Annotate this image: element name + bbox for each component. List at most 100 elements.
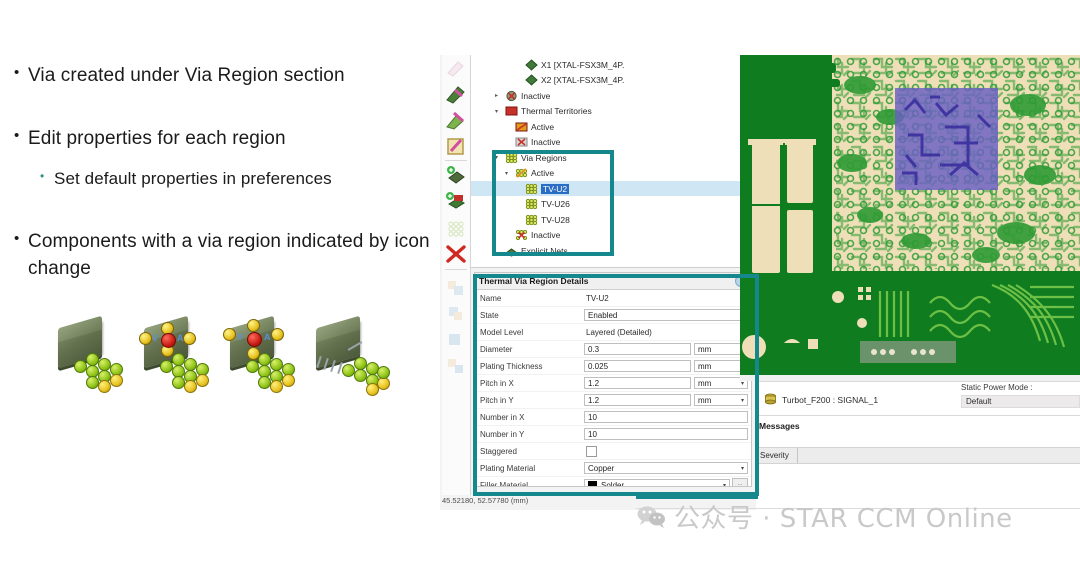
tool-icon-paste-faded[interactable] — [445, 303, 467, 325]
tree-twisty-icon[interactable]: ▾ — [505, 170, 512, 177]
property-row-pitch-in-y: Pitch in Y1.2mm▾ — [475, 392, 751, 409]
property-row-filler-material: Filler Material Solder ▾... — [475, 477, 751, 487]
property-row-number-in-x: Number in X10 — [475, 409, 751, 426]
property-label-filler-material: Filler Material — [480, 481, 584, 488]
net-label: Turbot_F200 : SIGNAL_1 — [782, 395, 878, 405]
thermal-via-region-details-panel[interactable]: Thermal Via Region Details NameTV-U2Stat… — [474, 272, 752, 487]
tree-node-label: Via Regions — [521, 153, 567, 163]
property-row-pitch-in-x: Pitch in X1.2mm▾ — [475, 375, 751, 392]
color-swatch-filler-material[interactable] — [588, 481, 597, 488]
tree-node-inactive[interactable]: ▸ Inactive — [495, 88, 550, 103]
chevron-down-icon[interactable]: ▾ — [741, 397, 744, 404]
tool-icon-duplicate-faded[interactable] — [445, 329, 467, 351]
tool-icon-copy-faded[interactable] — [445, 277, 467, 299]
messages-table-header: Severity — [756, 447, 1080, 464]
tool-icon-add-territory[interactable] — [445, 191, 467, 213]
tree-node-label: Explicit Nets — [521, 246, 568, 256]
net-stack-icon — [764, 393, 777, 406]
property-row-plating-thickness: Plating Thickness0.025mm▾ — [475, 358, 751, 375]
tree-node-label: Inactive — [521, 91, 550, 101]
property-label-plating-thickness: Plating Thickness — [480, 362, 584, 371]
static-power-mode-select[interactable]: Default — [961, 395, 1080, 408]
diamond-green-icon — [525, 74, 538, 86]
property-row-staggered: Staggered — [475, 443, 751, 460]
property-select-filler-material[interactable]: Solder ▾ — [584, 479, 730, 487]
property-input-number-in-y[interactable]: 10 — [584, 428, 748, 440]
bullet-marker-sub: • — [40, 165, 54, 187]
property-rows[interactable]: NameTV-U2StateEnabled▾Model LevelLayered… — [475, 290, 751, 487]
property-select-value-filler-material: Solder — [601, 481, 624, 488]
inactive-parts-icon — [505, 90, 518, 102]
tool-icon-via-region-disabled — [445, 217, 467, 239]
chevron-down-icon[interactable]: ▾ — [723, 482, 726, 488]
tool-icon-delete[interactable] — [445, 243, 467, 265]
property-unit-select-pitch-in-y[interactable]: mm▾ — [694, 394, 748, 406]
property-unit-value-plating-thickness: mm — [698, 362, 711, 371]
tool-icon-edit-board[interactable] — [445, 135, 467, 157]
tool-icon-faded-top[interactable] — [445, 57, 467, 79]
selected-net-row[interactable]: Turbot_F200 : SIGNAL_1 — [764, 393, 878, 406]
property-value-name: TV-U2 — [584, 294, 609, 303]
tree-twisty-icon[interactable]: ▸ — [495, 92, 502, 99]
bullet-text: Edit properties for each region — [28, 125, 286, 152]
severity-column-header[interactable]: Severity — [760, 448, 798, 463]
property-label-number-in-x: Number in X — [480, 413, 584, 422]
tree-node-label: Inactive — [531, 230, 560, 240]
property-label-plating-material: Plating Material — [480, 464, 584, 473]
tool-icon-merge-faded[interactable] — [445, 355, 467, 377]
tree-selection-band — [471, 181, 753, 196]
tree-node-tv-u26[interactable]: TV-U26 — [515, 197, 570, 212]
property-select-value-state: Enabled — [588, 311, 617, 320]
component-icon-row: V A V A — [50, 322, 410, 394]
tree-node-x1-xtal-fsx3m-4p[interactable]: X1 [XTAL-FSX3M_4P. — [515, 57, 624, 72]
component-icon-via-region-small: V A — [136, 322, 216, 394]
property-input-diameter[interactable]: 0.3 — [584, 343, 691, 355]
property-input-number-in-x[interactable]: 10 — [584, 411, 748, 423]
toolbar-separator — [445, 160, 467, 161]
properties-title-bar: Thermal Via Region Details — [475, 273, 751, 290]
more-options-button-filler-material[interactable]: ... — [732, 478, 748, 487]
tree-node-inactive[interactable]: Inactive — [505, 228, 560, 243]
tree-node-inactive[interactable]: Inactive — [505, 135, 560, 150]
tree-node-explicit-nets[interactable]: Explicit Nets — [495, 243, 568, 258]
property-select-state[interactable]: Enabled▾ — [584, 309, 748, 321]
tree-node-active[interactable]: Active — [505, 119, 554, 134]
slide-text-panel: • Via created under Via Region section •… — [0, 0, 440, 565]
tree-node-label: TV-U28 — [541, 215, 570, 225]
property-label-number-in-y: Number in Y — [480, 430, 584, 439]
property-row-state: StateEnabled▾ — [475, 307, 751, 324]
tool-icon-add-component[interactable] — [445, 165, 467, 187]
property-label-state: State — [480, 311, 584, 320]
property-label-name: Name — [480, 294, 584, 303]
property-input-plating-thickness[interactable]: 0.025 — [584, 360, 691, 372]
property-checkbox-staggered[interactable] — [586, 446, 597, 457]
property-value-model-level: Layered (Detailed) — [584, 328, 652, 337]
tree-node-thermal-territories[interactable]: ▾Thermal Territories — [495, 104, 592, 119]
tool-icon-edit-region[interactable] — [445, 109, 467, 131]
component-icon-plain-package — [50, 322, 130, 394]
left-toolbar[interactable] — [442, 55, 471, 495]
property-label-pitch-in-x: Pitch in X — [480, 379, 584, 388]
tree-twisty-icon[interactable]: ▾ — [495, 154, 502, 161]
pcb-layout-canvas[interactable] — [740, 55, 1080, 375]
tree-node-tv-u2[interactable]: TV-U2 — [515, 181, 569, 196]
toolbar-separator — [445, 269, 467, 270]
properties-title: Thermal Via Region Details — [479, 276, 588, 286]
watermark: 公众号 · STAR CCM Online — [636, 498, 1013, 535]
tree-node-tv-u28[interactable]: TV-U28 — [515, 212, 570, 227]
property-label-diameter: Diameter — [480, 345, 584, 354]
via-region-icon — [525, 183, 538, 195]
pcb-artwork — [740, 55, 1080, 375]
tool-icon-edit-trace[interactable] — [445, 83, 467, 105]
bullet-marker: • — [14, 62, 28, 84]
model-tree[interactable]: X1 [XTAL-FSX3M_4P.X2 [XTAL-FSX3M_4P. ▸ Ina… — [471, 55, 753, 268]
property-input-pitch-in-y[interactable]: 1.2 — [584, 394, 691, 406]
property-select-plating-material[interactable]: Copper▾ — [584, 462, 748, 474]
tree-node-via-regions[interactable]: ▾ Via Regions — [495, 150, 567, 165]
tree-twisty-icon[interactable]: ▾ — [495, 108, 502, 115]
chevron-down-icon[interactable]: ▾ — [741, 465, 744, 472]
property-input-pitch-in-x[interactable]: 1.2 — [584, 377, 691, 389]
tree-node-active[interactable]: ▾ Active — [505, 166, 554, 181]
tree-node-x2-xtal-fsx3m-4p[interactable]: X2 [XTAL-FSX3M_4P. — [515, 73, 624, 88]
bullet-text: Via created under Via Region section — [28, 62, 345, 89]
